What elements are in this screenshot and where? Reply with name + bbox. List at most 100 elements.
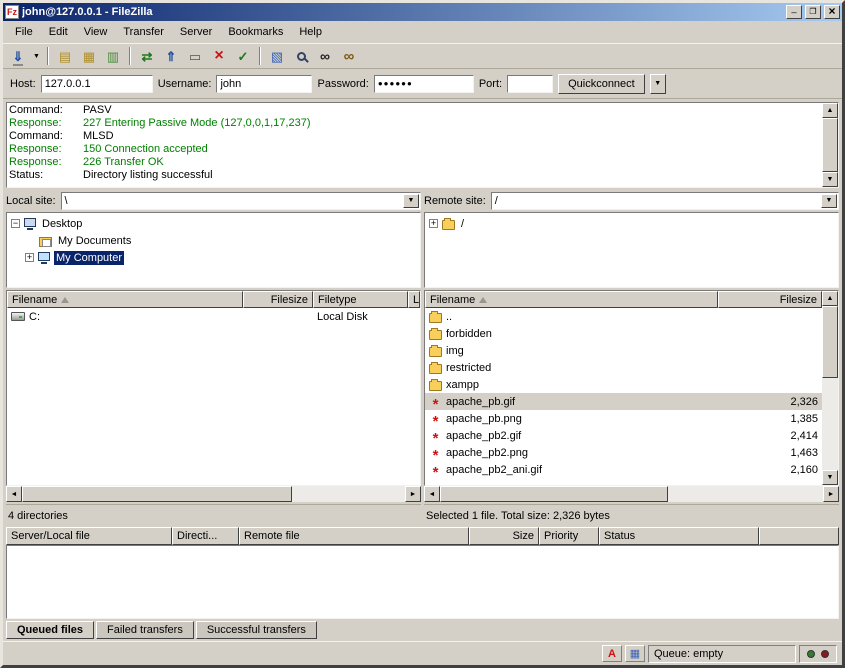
queue-list[interactable] [6, 545, 839, 619]
scroll-down-button[interactable]: ▼ [822, 172, 838, 187]
remote-site-combo[interactable]: / ▼ [491, 192, 839, 210]
column-remote-file[interactable]: Remote file [239, 527, 469, 545]
scroll-up-button[interactable]: ▲ [822, 103, 838, 118]
remote-list-body: .. forbidden img restricted [425, 308, 822, 485]
transfer-type-icon[interactable]: A [602, 645, 622, 662]
scroll-thumb[interactable] [822, 118, 838, 172]
file-row[interactable]: C: Local Disk [7, 308, 420, 325]
quickconnect-dropdown[interactable]: ▼ [650, 74, 666, 94]
expand-icon[interactable] [25, 253, 34, 262]
file-row[interactable]: forbidden [425, 325, 822, 342]
tab-failed-transfers[interactable]: Failed transfers [96, 621, 194, 639]
file-name: apache_pb2.png [446, 447, 528, 459]
file-row[interactable]: img [425, 342, 822, 359]
scroll-left-button[interactable]: ◄ [424, 486, 440, 502]
remote-v-scrollbar[interactable]: ▲ ▼ [822, 291, 838, 485]
combo-dropdown-icon[interactable]: ▼ [403, 194, 419, 208]
file-size: 2,326 [718, 396, 822, 408]
tree-item-root[interactable]: / [429, 215, 836, 232]
collapse-icon[interactable] [11, 219, 20, 228]
file-name: xampp [446, 379, 479, 391]
desktop-icon [24, 218, 36, 227]
menu-bookmarks[interactable]: Bookmarks [220, 23, 291, 41]
column-filesize[interactable]: Filesize [718, 291, 822, 308]
file-row[interactable]: xampp [425, 376, 822, 393]
tree-item-desktop[interactable]: Desktop [11, 215, 418, 232]
port-input[interactable] [507, 75, 553, 93]
username-input[interactable] [216, 75, 312, 93]
remote-tree-toggle-button[interactable] [101, 45, 125, 67]
file-row[interactable]: apache_pb2.png 1,463 [425, 444, 822, 461]
scroll-thumb[interactable] [822, 306, 838, 378]
scroll-down-button[interactable]: ▼ [822, 470, 838, 485]
local-site-row: Local site: \ ▼ [6, 190, 421, 212]
tree-item-my-computer[interactable]: My Computer [25, 249, 418, 266]
file-row[interactable]: .. [425, 308, 822, 325]
menu-view[interactable]: View [76, 23, 116, 41]
file-row[interactable]: apache_pb2.gif 2,414 [425, 427, 822, 444]
quickconnect-button[interactable]: Quickconnect [558, 74, 645, 94]
menu-server[interactable]: Server [172, 23, 220, 41]
column-filetype[interactable]: Filetype [313, 291, 408, 308]
file-row-selected[interactable]: apache_pb.gif 2,326 [425, 393, 822, 410]
site-manager-dropdown[interactable]: ▼ [30, 45, 43, 67]
combo-dropdown-icon[interactable]: ▼ [821, 194, 837, 208]
log-line: Response:226 Transfer OK [9, 156, 836, 169]
log-scrollbar[interactable]: ▲ ▼ [822, 103, 838, 187]
log-type: Command: [9, 104, 83, 117]
process-queue-icon [166, 50, 177, 63]
menu-file[interactable]: File [7, 23, 41, 41]
local-h-scrollbar[interactable]: ◄ ► [6, 486, 421, 502]
password-input[interactable] [374, 75, 474, 93]
column-size[interactable]: Size [469, 527, 539, 545]
host-input[interactable] [41, 75, 153, 93]
my-documents-icon [39, 237, 52, 247]
disconnect-button[interactable] [231, 45, 255, 67]
sort-ascending-icon [61, 297, 69, 303]
column-status[interactable]: Status [599, 527, 759, 545]
remote-h-scrollbar[interactable]: ◄ ► [424, 486, 839, 502]
site-manager-button[interactable] [6, 45, 30, 67]
column-last-modified[interactable]: L [408, 291, 420, 308]
minimize-button[interactable] [786, 5, 802, 19]
tab-successful-transfers[interactable]: Successful transfers [196, 621, 317, 639]
close-button[interactable] [824, 5, 840, 19]
column-priority[interactable]: Priority [539, 527, 599, 545]
column-filename[interactable]: Filename [425, 291, 718, 308]
file-type: Local Disk [313, 311, 408, 323]
message-log-toggle-button[interactable] [53, 45, 77, 67]
log-message: Directory listing successful [83, 169, 213, 181]
tree-item-my-documents[interactable]: My Documents [39, 232, 418, 249]
scroll-thumb[interactable] [440, 486, 668, 502]
expand-icon[interactable] [429, 219, 438, 228]
find-files-button[interactable] [337, 45, 361, 67]
menu-help[interactable]: Help [291, 23, 330, 41]
column-filename[interactable]: Filename [7, 291, 243, 308]
scroll-left-button[interactable]: ◄ [6, 486, 22, 502]
scroll-right-button[interactable]: ► [823, 486, 839, 502]
process-queue-button[interactable] [159, 45, 183, 67]
abort-button[interactable] [207, 45, 231, 67]
log-message: PASV [83, 104, 112, 116]
refresh-button[interactable] [135, 45, 159, 67]
file-row[interactable]: apache_pb2_ani.gif 2,160 [425, 461, 822, 478]
local-tree-toggle-button[interactable] [77, 45, 101, 67]
file-row[interactable]: restricted [425, 359, 822, 376]
menu-transfer[interactable]: Transfer [115, 23, 172, 41]
queue-view-toggle-button[interactable] [183, 45, 207, 67]
filters-button[interactable] [265, 45, 289, 67]
column-direction[interactable]: Directi... [172, 527, 239, 545]
connection-status-icon[interactable]: ▦ [625, 645, 645, 662]
scroll-right-button[interactable]: ► [405, 486, 421, 502]
local-site-combo[interactable]: \ ▼ [61, 192, 421, 210]
menu-edit[interactable]: Edit [41, 23, 76, 41]
maximize-button[interactable] [805, 5, 821, 19]
column-server-local-file[interactable]: Server/Local file [6, 527, 172, 545]
search-button[interactable] [289, 45, 313, 67]
scroll-thumb[interactable] [22, 486, 292, 502]
compare-button[interactable] [313, 45, 337, 67]
tab-queued-files[interactable]: Queued files [6, 621, 94, 639]
file-row[interactable]: apache_pb.png 1,385 [425, 410, 822, 427]
column-filesize[interactable]: Filesize [243, 291, 313, 308]
scroll-up-button[interactable]: ▲ [822, 291, 838, 306]
